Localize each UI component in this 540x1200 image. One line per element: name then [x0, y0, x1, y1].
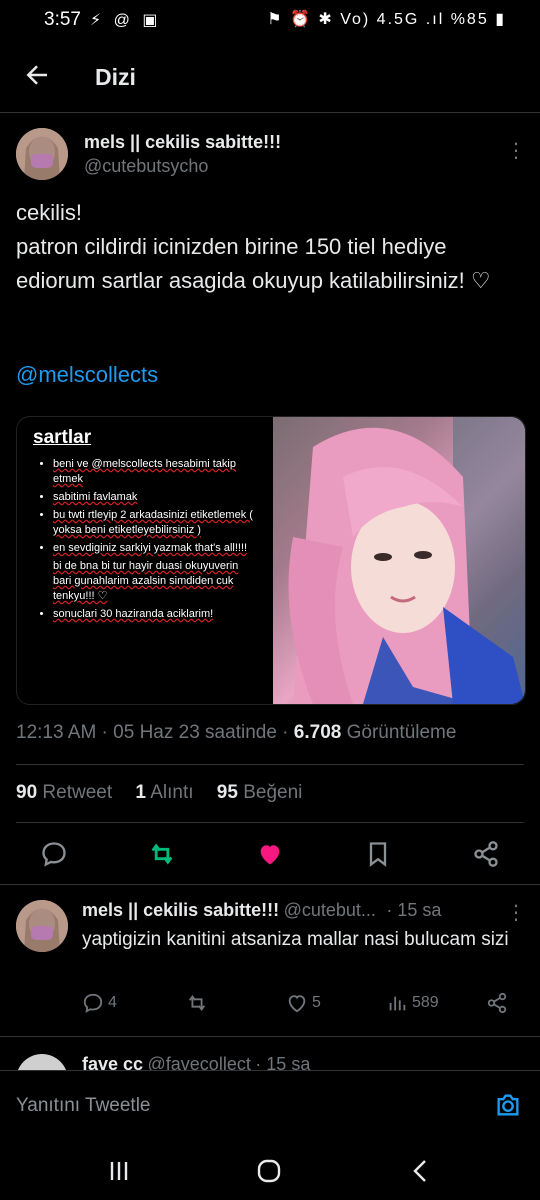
- retweet-icon: [188, 995, 206, 1011]
- divider: [0, 1036, 540, 1037]
- retweet-stat[interactable]: 90 Retweet: [16, 782, 112, 803]
- reply-share-button[interactable]: [486, 992, 508, 1014]
- author-name[interactable]: mels || cekilis sabitte!!!: [84, 132, 281, 153]
- reply-count: 4: [108, 994, 117, 1011]
- reply-actions: 4 5 589: [82, 990, 512, 1020]
- divider: [0, 884, 540, 885]
- bookmark-icon[interactable]: [364, 840, 392, 868]
- rules-item: sonuclari 30 haziranda aciklarim!: [53, 607, 253, 622]
- rules-item: bu twti rtleyip 2 arkadasinizi etiketlem…: [53, 508, 253, 538]
- system-indicator-icons: ⚑ ⏰ ✱ Vo) 4.5G .ıl: [267, 11, 445, 28]
- system-icons: ⚑ ⏰ ✱ Vo) 4.5G .ıl %85 ▮: [267, 9, 506, 29]
- view-count: 6.708: [293, 722, 342, 743]
- reply-icon[interactable]: [40, 840, 68, 868]
- avatar-image: [16, 128, 68, 180]
- reply-retweet-button[interactable]: [186, 992, 208, 1014]
- tweet-mention-link[interactable]: @melscollects: [16, 362, 158, 388]
- status-time: 3:57: [44, 9, 81, 30]
- view-label: Görüntüleme: [341, 722, 457, 743]
- tweet-meta: 12:13 AM · 05 Haz 23 saatinde · 6.708 Gö…: [16, 722, 456, 744]
- reply-author-name[interactable]: mels || cekilis sabitte!!!: [82, 900, 279, 920]
- reply-header: mels || cekilis sabitte!!! @cutebut... ·…: [82, 900, 502, 921]
- heart-icon: [288, 995, 306, 1013]
- avatar-image: [16, 900, 68, 952]
- reply-avatar[interactable]: [16, 900, 68, 952]
- rules-item: beni ve @melscollects hesabimi takip etm…: [53, 457, 253, 487]
- rules-list: beni ve @melscollects hesabimi takip etm…: [17, 457, 253, 625]
- tweet-timestamp: 12:13 AM · 05 Haz 23 saatinde ·: [16, 722, 294, 743]
- system-nav-bar: [0, 1142, 540, 1200]
- notification-icons: ⚡ @ ▣: [90, 12, 162, 29]
- reply-compose-bar[interactable]: Yanıtını Tweetle: [0, 1070, 540, 1143]
- share-icon: [487, 992, 507, 1014]
- photo-image: [273, 417, 525, 704]
- rules-item: bi de bna bi tur hayir duasi okuyuverin …: [53, 560, 239, 602]
- quote-stat[interactable]: 1 Alıntı: [135, 782, 193, 803]
- views-icon: [389, 996, 406, 1011]
- reply-time: · 15 sa: [386, 900, 442, 920]
- divider: [16, 764, 524, 765]
- photo-illustration: [288, 417, 525, 704]
- rules-image: sartlar beni ve @melscollects hesabimi t…: [17, 417, 273, 704]
- reply-author-handle[interactable]: @cutebut...: [284, 900, 376, 920]
- rules-item: sabitimi favlamak: [53, 490, 253, 505]
- battery-icon: ▮: [495, 11, 506, 28]
- app-header: Dizi: [0, 40, 540, 113]
- reply-more-icon[interactable]: ⋮: [506, 900, 526, 925]
- like-icon[interactable]: [256, 840, 284, 868]
- camera-icon[interactable]: [494, 1091, 522, 1119]
- tweet-stats: 90 Retweet 1 Alıntı 95 Beğeni: [16, 782, 302, 804]
- author-handle[interactable]: @cutebutsycho: [84, 156, 208, 177]
- recent-apps-icon[interactable]: [104, 1156, 134, 1186]
- reply-text: yaptigizin kanitini atsaniza mallar nasi…: [82, 929, 509, 950]
- tweet-actions: [0, 836, 540, 872]
- home-icon[interactable]: [254, 1156, 284, 1186]
- tweet-media[interactable]: sartlar beni ve @melscollects hesabimi t…: [16, 416, 526, 705]
- retweet-icon[interactable]: [148, 840, 176, 868]
- reply-like-button[interactable]: 5: [286, 992, 321, 1014]
- tweet-text: cekilis! patron cildirdi icinizden birin…: [16, 200, 491, 293]
- page-title: Dizi: [95, 64, 136, 90]
- like-count: 5: [312, 994, 321, 1011]
- system-back-icon[interactable]: [406, 1156, 436, 1186]
- reply-views-button[interactable]: 589: [386, 992, 439, 1014]
- view-count: 589: [412, 994, 439, 1011]
- rules-title: sartlar: [33, 427, 92, 448]
- author-avatar[interactable]: [16, 128, 68, 180]
- reply-icon: [83, 993, 103, 1013]
- reply-input-placeholder[interactable]: Yanıtını Tweetle: [16, 1095, 151, 1117]
- divider: [16, 822, 524, 823]
- status-bar: 3:57 ⚡ @ ▣ ⚑ ⏰ ✱ Vo) 4.5G .ıl %85 ▮: [0, 0, 540, 40]
- like-stat[interactable]: 95 Beğeni: [217, 782, 303, 803]
- back-arrow-icon[interactable]: [22, 60, 52, 90]
- reply-reply-button[interactable]: 4: [82, 992, 117, 1014]
- more-options-icon[interactable]: ⋮: [506, 138, 526, 163]
- rules-item: en sevdiginiz sarkiyi yazmak that's all!…: [53, 541, 253, 556]
- battery-level: %85: [450, 11, 489, 28]
- share-icon[interactable]: [472, 840, 500, 868]
